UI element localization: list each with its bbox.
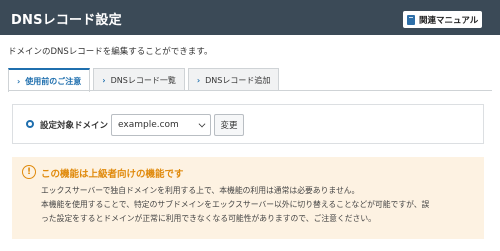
- tab-label: DNSレコード一覧: [110, 75, 176, 85]
- chevron-down-icon: [198, 120, 206, 128]
- domain-select-value: example.com: [118, 120, 179, 130]
- tab-bar: › 使用前のご注意 › DNSレコード一覧 › DNSレコード追加: [8, 68, 282, 92]
- tab-precautions[interactable]: › 使用前のご注意: [8, 68, 91, 92]
- radio-icon: [26, 120, 34, 128]
- warning-line: った設定をするとドメインが正常に利用できなくなる可能性がありますので、ご注意くだ…: [41, 214, 376, 223]
- tab-dns-record-add[interactable]: › DNSレコード追加: [187, 68, 280, 91]
- warning-box: ! この機能は上級者向けの機能です エックスサーバーで独自ドメインを利用する上で…: [12, 157, 484, 239]
- chevron-right-icon: ›: [196, 75, 201, 85]
- domain-select[interactable]: example.com: [111, 114, 211, 136]
- tab-label: 使用前のご注意: [25, 76, 82, 86]
- warning-line: 本機能を使用することで、特定のサブドメインをエックスサーバー以外に切り替えること…: [41, 200, 430, 209]
- tab-divider: [8, 90, 492, 91]
- warning-body: エックスサーバーで独自ドメインを利用する上で、本機能の利用は通常は必要ありません…: [41, 184, 477, 226]
- intro-text: ドメインのDNSレコードを編集することができます。: [8, 47, 213, 57]
- related-manual-button[interactable]: 関連マニュアル: [403, 11, 482, 28]
- domain-selector-label: 設定対象ドメイン: [40, 121, 109, 131]
- chevron-right-icon: ›: [17, 76, 21, 86]
- domain-selector-panel: 設定対象ドメイン example.com 変更: [12, 104, 484, 144]
- change-button[interactable]: 変更: [214, 114, 244, 136]
- tab-dns-record-list[interactable]: › DNSレコード一覧: [93, 68, 185, 91]
- page-header: DNSレコード設定 関連マニュアル: [0, 0, 500, 35]
- page-title: DNSレコード設定: [11, 13, 122, 28]
- warning-title: この機能は上級者向けの機能です: [41, 169, 184, 180]
- exclamation-icon: !: [22, 165, 36, 179]
- book-icon: [407, 14, 415, 25]
- warning-line: エックスサーバーで独自ドメインを利用する上で、本機能の利用は通常は必要ありません…: [41, 186, 360, 195]
- chevron-right-icon: ›: [102, 75, 106, 85]
- tab-label: DNSレコード追加: [205, 75, 271, 85]
- related-manual-label: 関連マニュアル: [419, 15, 479, 26]
